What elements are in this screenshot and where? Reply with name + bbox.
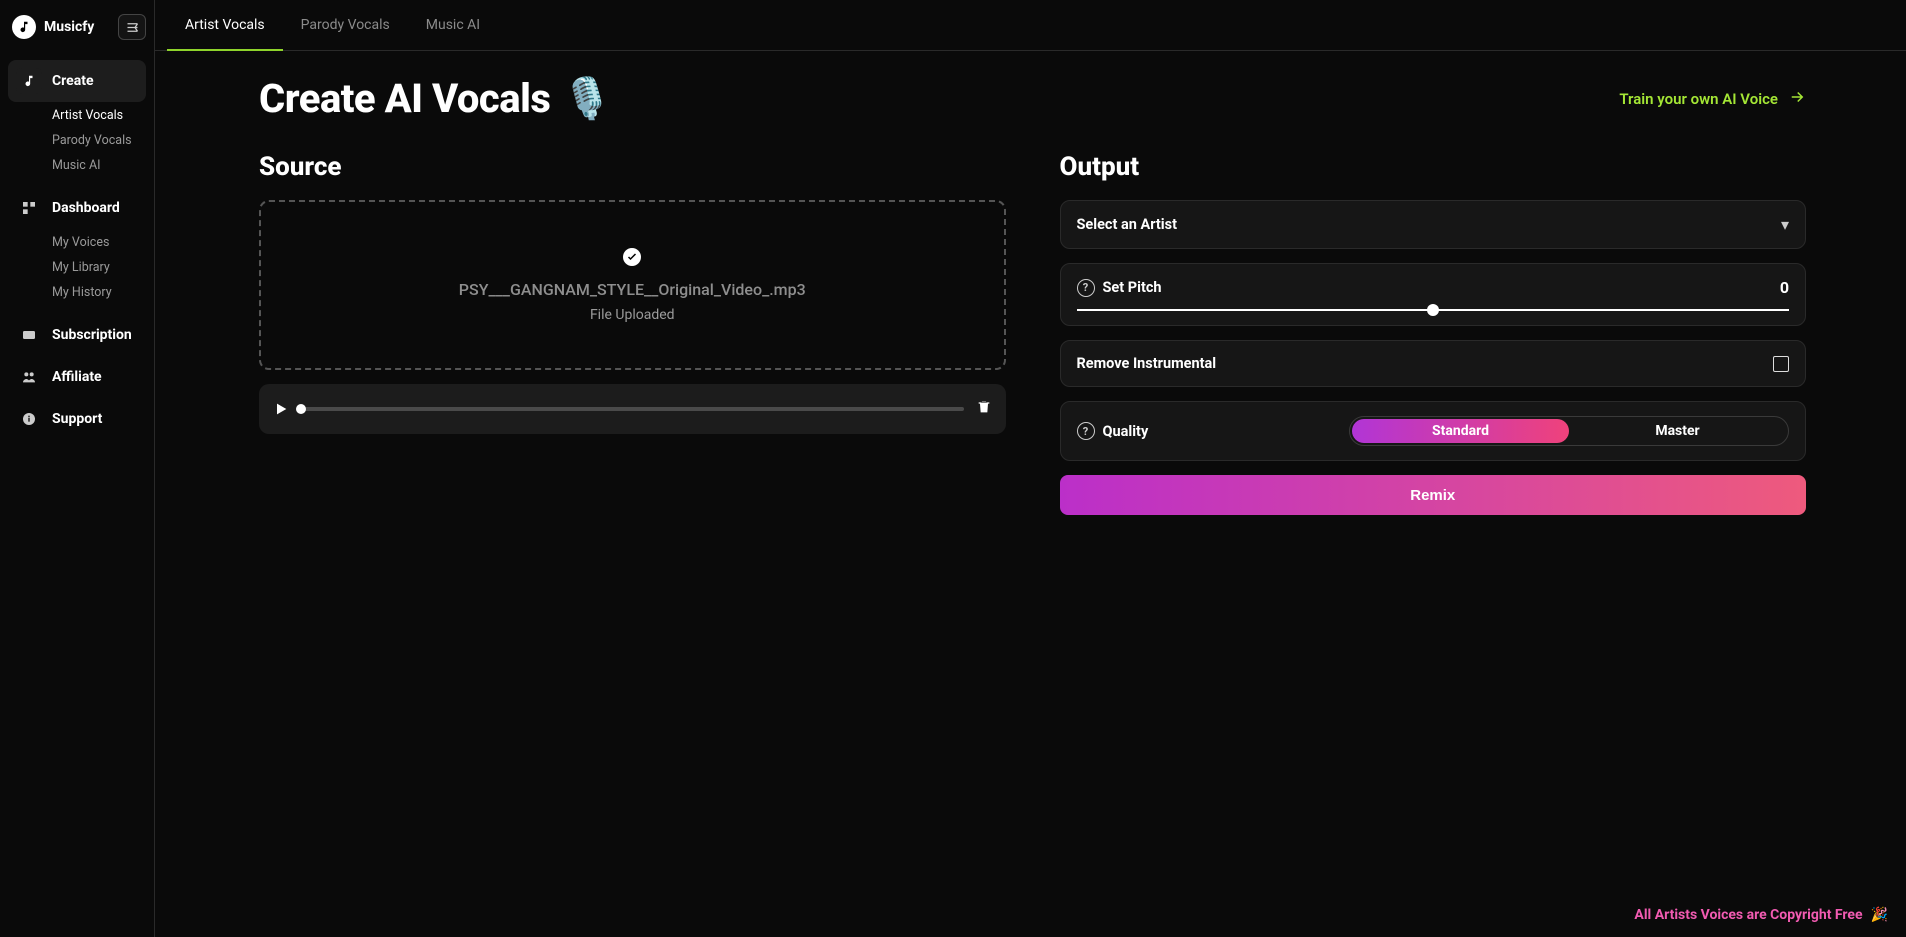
sidebar-item-support[interactable]: Support xyxy=(8,398,146,440)
artist-select-label: Select an Artist xyxy=(1077,216,1178,233)
sidebar-item-my-voices[interactable]: My Voices xyxy=(8,229,146,254)
sidebar-section-create[interactable]: Create xyxy=(8,60,146,102)
remove-instrumental-checkbox[interactable] xyxy=(1773,356,1789,372)
brand-name[interactable]: Musicfy xyxy=(44,19,94,35)
sidebar-item-my-history[interactable]: My History xyxy=(8,279,146,304)
check-circle-icon xyxy=(623,248,641,266)
train-voice-link[interactable]: Train your own AI Voice xyxy=(1619,88,1806,110)
uploaded-file-name: PSY___GANGNAM_STYLE__Original_Video_.mp3 xyxy=(459,280,806,299)
play-button[interactable] xyxy=(273,401,289,417)
pitch-value: 0 xyxy=(1780,278,1789,297)
delete-file-button[interactable] xyxy=(976,399,992,419)
sidebar-section-label: Create xyxy=(52,73,94,89)
remove-instrumental-card: Remove Instrumental xyxy=(1060,340,1807,387)
quality-option-master[interactable]: Master xyxy=(1569,419,1786,443)
quality-option-standard[interactable]: Standard xyxy=(1352,419,1569,443)
sidebar-item-label: Support xyxy=(52,411,102,427)
source-column: Source PSY___GANGNAM_STYLE__Original_Vid… xyxy=(259,152,1006,515)
sidebar-item-label: Subscription xyxy=(52,327,132,343)
train-voice-label: Train your own AI Voice xyxy=(1619,90,1778,108)
brand-row: Musicfy xyxy=(8,14,146,40)
progress-slider[interactable] xyxy=(301,407,964,411)
copyright-note: All Artists Voices are Copyright Free 🎉 xyxy=(1634,907,1888,923)
microphone-icon: 🎙️ xyxy=(562,75,611,122)
party-popper-icon: 🎉 xyxy=(1871,907,1888,923)
remove-instrumental-label: Remove Instrumental xyxy=(1077,355,1217,372)
sidebar-item-artist-vocals[interactable]: Artist Vocals xyxy=(8,102,146,127)
pitch-card: ? Set Pitch 0 xyxy=(1060,263,1807,326)
brand-logo-icon xyxy=(12,15,36,39)
help-icon[interactable]: ? xyxy=(1077,422,1095,440)
sidebar-section-label: Dashboard xyxy=(52,200,120,216)
page-title-text: Create AI Vocals xyxy=(259,75,550,122)
quality-card: ? Quality Standard Master xyxy=(1060,401,1807,461)
sidebar-item-music-ai[interactable]: Music AI xyxy=(8,152,146,177)
sidebar-item-affiliate[interactable]: Affiliate xyxy=(8,356,146,398)
sidebar-section-dashboard[interactable]: Dashboard xyxy=(8,187,146,229)
subscription-icon xyxy=(16,322,42,348)
pitch-slider-thumb[interactable] xyxy=(1427,304,1439,316)
artist-select[interactable]: Select an Artist ▾ xyxy=(1060,200,1807,249)
file-dropzone[interactable]: PSY___GANGNAM_STYLE__Original_Video_.mp3… xyxy=(259,200,1006,370)
caret-down-icon: ▾ xyxy=(1781,215,1789,234)
sidebar: Musicfy Create Artist Vocals Parody Voca… xyxy=(0,0,155,937)
quality-segmented: Standard Master xyxy=(1349,416,1789,446)
top-tabs: Artist Vocals Parody Vocals Music AI xyxy=(155,0,1906,51)
sidebar-item-label: Affiliate xyxy=(52,369,102,385)
sidebar-item-my-library[interactable]: My Library xyxy=(8,254,146,279)
sidebar-item-parody-vocals[interactable]: Parody Vocals xyxy=(8,127,146,152)
upload-status: File Uploaded xyxy=(590,307,675,323)
tab-music-ai[interactable]: Music AI xyxy=(408,0,498,51)
tab-artist-vocals[interactable]: Artist Vocals xyxy=(167,0,283,51)
collapse-sidebar-button[interactable] xyxy=(118,14,146,40)
output-heading: Output xyxy=(1060,152,1807,182)
sidebar-item-subscription[interactable]: Subscription xyxy=(8,314,146,356)
pitch-label: Set Pitch xyxy=(1103,279,1162,296)
dashboard-icon xyxy=(16,195,42,221)
help-icon[interactable]: ? xyxy=(1077,279,1095,297)
affiliate-icon xyxy=(16,364,42,390)
tab-parody-vocals[interactable]: Parody Vocals xyxy=(283,0,408,51)
audio-player xyxy=(259,384,1006,434)
pitch-slider[interactable] xyxy=(1077,309,1790,311)
page-title: Create AI Vocals 🎙️ xyxy=(259,75,612,122)
music-note-icon xyxy=(16,68,42,94)
copyright-note-text: All Artists Voices are Copyright Free xyxy=(1634,907,1862,923)
remix-button[interactable]: Remix xyxy=(1060,475,1807,515)
source-heading: Source xyxy=(259,152,1006,182)
output-column: Output Select an Artist ▾ ? Set Pitch xyxy=(1060,152,1807,515)
quality-label: Quality xyxy=(1103,423,1149,440)
arrow-right-icon xyxy=(1788,88,1806,110)
progress-thumb[interactable] xyxy=(296,404,306,414)
info-icon xyxy=(16,406,42,432)
